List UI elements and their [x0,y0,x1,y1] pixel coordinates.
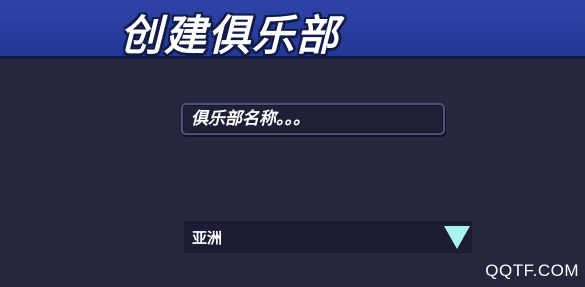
region-dropdown[interactable]: 亚洲 [184,221,472,253]
region-selected-value: 亚洲 [192,228,223,247]
club-name-field[interactable] [181,103,445,135]
page-title: 创建俱乐部 [120,11,341,60]
watermark-text: QQTF.COM [485,261,579,280]
triangle-down-icon[interactable] [444,225,470,249]
header-bar: 创建俱乐部 [0,0,585,60]
club-name-input[interactable] [183,105,443,133]
create-club-screen: 创建俱乐部 亚洲 QQTF.COM [0,0,585,287]
